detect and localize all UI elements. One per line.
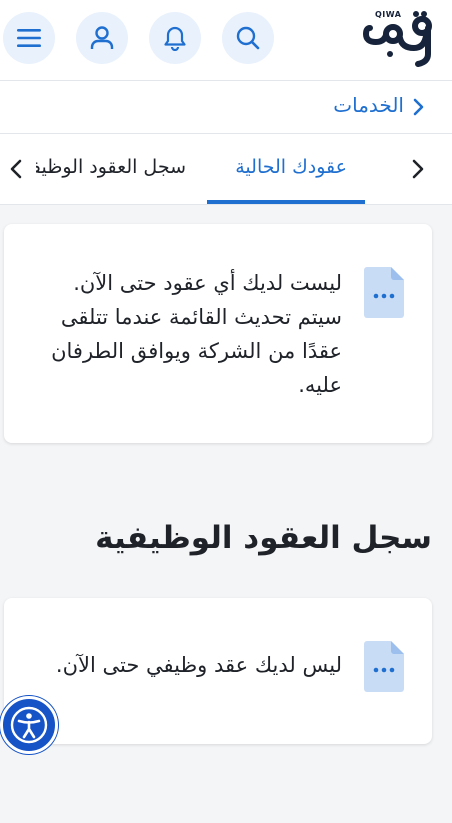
- chevron-right-icon: [413, 98, 424, 116]
- tab-label: سجل العقود الوظيفية: [36, 156, 186, 178]
- document-icon: [364, 641, 404, 692]
- logo-small-text: QIWA: [375, 10, 402, 19]
- breadcrumb: الخدمات: [0, 81, 452, 134]
- tab-label: عقودك الحالية: [235, 156, 347, 178]
- breadcrumb-label: الخدمات: [333, 93, 404, 117]
- accessibility-icon: [10, 706, 48, 744]
- section-title-contracts-history: سجل العقود الوظيفية: [95, 520, 432, 556]
- breadcrumb-link-services[interactable]: الخدمات: [333, 93, 404, 117]
- app-header: QIWA: [0, 0, 452, 81]
- tabs-scroll-left-icon[interactable]: [8, 159, 24, 179]
- search-button[interactable]: [222, 12, 274, 64]
- contracts-history-empty-card: ليس لديك عقد وظيفي حتى الآن.: [4, 598, 432, 744]
- menu-icon: [17, 29, 41, 47]
- user-icon: [90, 26, 114, 49]
- current-contracts-empty-card: ليست لديك أي عقود حتى الآن. سيتم تحديث ا…: [4, 224, 432, 443]
- bell-icon: [164, 26, 186, 51]
- search-icon: [236, 26, 260, 50]
- qiwa-logo[interactable]: QIWA: [360, 8, 440, 68]
- empty-state-message: ليس لديك عقد وظيفي حتى الآن.: [55, 653, 342, 677]
- accessibility-button[interactable]: [0, 696, 58, 754]
- menu-button[interactable]: [3, 12, 55, 64]
- tabs-scroll-right-icon[interactable]: [410, 159, 426, 179]
- empty-state-message: ليست لديك أي عقود حتى الآن. سيتم تحديث ا…: [51, 271, 342, 397]
- tab-current-contracts[interactable]: عقودك الحالية: [207, 134, 365, 204]
- tab-contracts-history[interactable]: سجل العقود الوظيفية: [36, 134, 196, 204]
- contracts-tabs: سجل العقود الوظيفية عقودك الحالية: [0, 134, 452, 205]
- profile-button[interactable]: [76, 12, 128, 64]
- notifications-button[interactable]: [149, 12, 201, 64]
- document-icon: [364, 267, 404, 318]
